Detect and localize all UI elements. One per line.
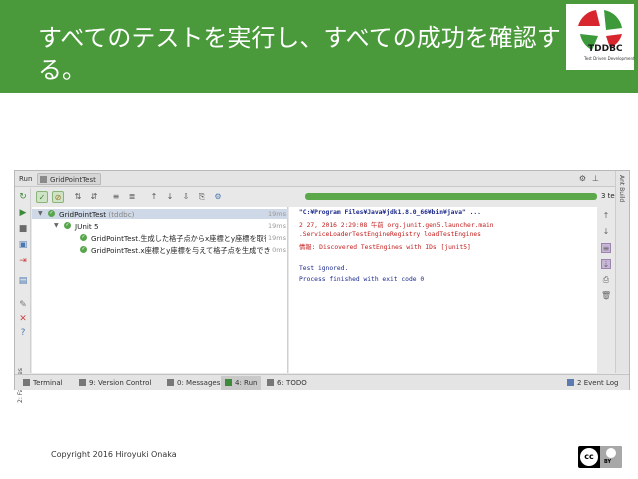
attribution-person-icon bbox=[606, 448, 616, 458]
test-passed-icon: ✓ bbox=[80, 234, 87, 241]
sort-alpha-icon[interactable]: ⇅ bbox=[72, 191, 84, 203]
tree-row-test-create-point[interactable]: ✓ GridPointTest.x座標とy座標を与えて格子点を生成できる 0ms bbox=[32, 245, 288, 255]
test-progress-bar bbox=[305, 193, 597, 200]
pin-icon[interactable]: ✎ bbox=[18, 300, 28, 310]
event-log-icon bbox=[567, 379, 574, 386]
run-config-tab-label: GridPointTest bbox=[50, 176, 96, 184]
version-control-icon bbox=[79, 379, 86, 386]
settings-gear-icon[interactable]: ⚙ bbox=[579, 174, 592, 183]
run-tab[interactable]: 4: Run bbox=[221, 376, 262, 390]
console-line: Process finished with exit code 0 bbox=[299, 276, 425, 283]
logo-subtitle: Test Driven Development bbox=[584, 56, 635, 61]
test-passed-icon: ✓ bbox=[64, 222, 71, 229]
event-log-tab[interactable]: 2 Event Log bbox=[567, 379, 618, 387]
next-failed-icon[interactable]: ↓ bbox=[164, 191, 176, 203]
slide-title: すべてのテストを実行し、すべての成功を確認する。 bbox=[38, 24, 561, 84]
collapse-all-icon[interactable]: ≣ bbox=[126, 191, 138, 203]
hide-panel-icon[interactable]: ⊥ bbox=[592, 174, 605, 183]
previous-failed-icon[interactable]: ↑ bbox=[148, 191, 160, 203]
exit-icon[interactable]: ⇥ bbox=[18, 256, 28, 266]
favorites-tool-label[interactable]: 2: Favorites bbox=[17, 343, 29, 403]
slide-header: すべてのテストを実行し、すべての成功を確認する。 TDDBC Test Driv… bbox=[0, 0, 638, 93]
tree-row-junit5[interactable]: ▼ ✓ JUnit 5 19ms bbox=[32, 221, 288, 231]
scroll-to-end-icon[interactable]: ⇣ bbox=[601, 259, 611, 269]
console-output[interactable]: "C:¥Program Files¥Java¥jdk1.8.0_66¥bin¥j… bbox=[289, 207, 597, 373]
test-config-icon bbox=[40, 176, 47, 183]
tree-row-time: 19ms bbox=[268, 210, 286, 218]
tree-row-label: JUnit 5 bbox=[75, 222, 99, 231]
test-toolbar: ✓ ⊘ ⇅ ⇵ ≡ ≣ ↑ ↓ ⇩ ⎘ ⚙ bbox=[32, 189, 302, 205]
tree-row-test-get-coordinates[interactable]: ✓ GridPointTest.生成した格子点からx座標とy座標を取得 19ms bbox=[32, 233, 288, 243]
test-settings-icon[interactable]: ⚙ bbox=[212, 191, 224, 203]
todo-icon bbox=[267, 379, 274, 386]
tree-row-label: GridPointTest.x座標とy座標を与えて格子点を生成できる bbox=[91, 246, 278, 255]
slide: すべてのテストを実行し、すべての成功を確認する。 TDDBC Test Driv… bbox=[0, 0, 638, 479]
rerun-icon[interactable]: ↻ bbox=[18, 192, 28, 202]
collapse-arrow-icon[interactable]: ▼ bbox=[38, 210, 43, 217]
tree-row-time: 19ms bbox=[266, 234, 286, 242]
todo-tab[interactable]: 6: TODO bbox=[267, 379, 307, 387]
ant-build-label[interactable]: Ant Build bbox=[618, 175, 625, 202]
sort-duration-icon[interactable]: ⇵ bbox=[88, 191, 100, 203]
console-tool-strip: ↑ ↓ ≡ ⇣ ⎙ 🗑 bbox=[598, 207, 614, 373]
tree-row-gridpointtest[interactable]: ▼ ✓ GridPointTest (tddbc) 19ms bbox=[32, 209, 288, 219]
terminal-tab[interactable]: Terminal bbox=[23, 379, 63, 387]
expand-all-icon[interactable]: ≡ bbox=[110, 191, 122, 203]
logo-text: TDDBC bbox=[588, 44, 623, 54]
print-icon[interactable]: ⎙ bbox=[601, 275, 611, 285]
left-tool-strip: ↻ ▶ ■ ▣ ⇥ ▤ ✎ ✕ ? 2: Favorites bbox=[15, 188, 31, 403]
export-icon[interactable]: ▤ bbox=[18, 276, 28, 286]
tddbc-logo: TDDBC Test Driven Development bbox=[566, 4, 635, 70]
run-icon[interactable]: ▶ bbox=[18, 208, 28, 218]
console-line: 2 27, 2016 2:29:08 午前 org.junit.gen5.lau… bbox=[299, 222, 494, 229]
export-results-icon[interactable]: ⎘ bbox=[196, 191, 208, 203]
event-log-count: 2 bbox=[577, 379, 582, 387]
tree-row-time: 19ms bbox=[268, 222, 286, 230]
test-passed-icon: ✓ bbox=[80, 246, 87, 253]
show-passed-icon[interactable]: ✓ bbox=[36, 191, 48, 203]
messages-icon bbox=[167, 379, 174, 386]
messages-tab[interactable]: 0: Messages bbox=[167, 379, 220, 387]
test-passed-icon: ✓ bbox=[48, 210, 55, 217]
cc-by-license-badge: cc BY bbox=[578, 446, 622, 468]
terminal-icon bbox=[23, 379, 30, 386]
version-control-tab[interactable]: 9: Version Control bbox=[79, 379, 151, 387]
run-tab-icon bbox=[225, 379, 232, 386]
scroll-down-icon[interactable]: ↓ bbox=[601, 227, 611, 237]
show-ignored-icon[interactable]: ⊘ bbox=[52, 191, 64, 203]
ant-build-strip: Ant Build bbox=[615, 171, 629, 373]
tree-row-label: GridPointTest.生成した格子点からx座標とy座標を取得 bbox=[91, 234, 272, 243]
soft-wrap-icon[interactable]: ≡ bbox=[601, 243, 611, 253]
stop-icon[interactable]: ■ bbox=[18, 224, 28, 234]
console-line: .ServiceLoaderTestEngineRegistry loadTes… bbox=[299, 231, 481, 238]
import-icon[interactable]: ⇩ bbox=[180, 191, 192, 203]
tool-window-bar: Terminal 9: Version Control 0: Messages … bbox=[15, 374, 629, 390]
cc-by-text: BY bbox=[604, 459, 612, 465]
cc-icon: cc bbox=[580, 448, 598, 466]
help-icon[interactable]: ? bbox=[18, 328, 28, 338]
collapse-arrow-icon[interactable]: ▼ bbox=[54, 222, 59, 229]
run-titlebar: Run GridPointTest ⚙⊥ bbox=[15, 171, 629, 187]
tree-row-time: 0ms bbox=[270, 246, 286, 254]
scroll-up-icon[interactable]: ↑ bbox=[601, 211, 611, 221]
ide-run-window: Run GridPointTest ⚙⊥ ↻ ▶ ■ ▣ ⇥ ▤ ✎ ✕ ? 2… bbox=[14, 170, 630, 403]
close-icon[interactable]: ✕ bbox=[18, 314, 28, 324]
test-tree: ▼ ✓ GridPointTest (tddbc) 19ms ▼ ✓ JUnit… bbox=[32, 207, 288, 373]
console-line: "C:¥Program Files¥Java¥jdk1.8.0_66¥bin¥j… bbox=[299, 209, 481, 216]
run-config-tab[interactable]: GridPointTest bbox=[37, 173, 101, 185]
tree-row-label: GridPointTest (tddbc) bbox=[59, 210, 135, 219]
console-line: Test ignored. bbox=[299, 265, 349, 272]
window-controls: ⚙⊥ bbox=[579, 174, 605, 183]
toggle-auto-test-icon[interactable]: ▣ bbox=[18, 240, 28, 250]
run-label: Run bbox=[19, 175, 33, 183]
copyright-text: Copyright 2016 Hiroyuki Onaka bbox=[51, 450, 177, 459]
clear-trash-icon[interactable]: 🗑 bbox=[601, 291, 611, 301]
console-line: 情報: Discovered TestEngines with IDs [jun… bbox=[299, 244, 471, 251]
